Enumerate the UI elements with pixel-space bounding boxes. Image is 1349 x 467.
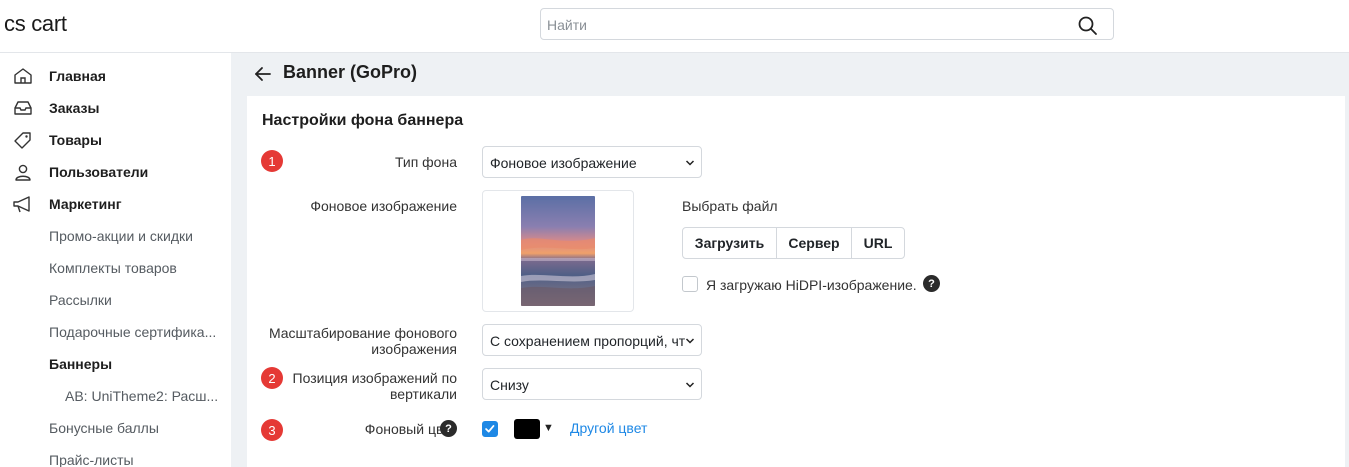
chevron-down-icon	[685, 160, 695, 166]
vpos-value: Снизу	[490, 377, 529, 393]
sidebar-item-label: Маркетинг	[49, 196, 122, 212]
help-icon[interactable]: ?	[923, 275, 940, 292]
bg-type-select[interactable]: Фоновое изображение	[482, 146, 702, 178]
bg-type-label: Тип фона	[394, 154, 457, 170]
sidebar-subitem-product-bundles[interactable]: Комплекты товаров	[49, 252, 177, 284]
check-icon	[485, 425, 495, 433]
sidebar-item-label: Пользователи	[49, 164, 149, 180]
scaling-label: Масштабирование фонового изображения	[269, 325, 457, 357]
chevron-down-icon	[685, 338, 695, 344]
section-title: Настройки фона баннера	[262, 112, 464, 129]
scaling-label-line1: Масштабирование фонового	[268, 325, 457, 341]
sidebar-item-label: Заказы	[49, 100, 100, 116]
search-icon[interactable]	[1077, 15, 1099, 37]
scaling-select[interactable]: С сохранением пропорций, чт	[482, 324, 702, 356]
sidebar-item-products[interactable]: Товары	[0, 124, 230, 156]
sidebar-item-marketing[interactable]: Маркетинг	[0, 188, 230, 220]
tag-icon	[14, 132, 31, 149]
help-icon[interactable]: ?	[440, 420, 457, 437]
sidebar-subitem-newsletters[interactable]: Рассылки	[49, 284, 112, 316]
logo[interactable]: cs cart	[4, 11, 67, 37]
sidebar: Главная Заказы Товары Пользователи Марке…	[0, 53, 230, 467]
step-badge: 1	[261, 150, 283, 172]
vpos-label-line2: вертикали	[390, 386, 457, 402]
upload-button[interactable]: Загрузить	[683, 228, 777, 258]
sidebar-item-orders[interactable]: Заказы	[0, 92, 230, 124]
megaphone-icon	[13, 196, 30, 213]
vpos-label: Позиция изображений по вертикали	[293, 370, 457, 402]
top-header: cs cart	[0, 0, 1349, 53]
bg-type-value: Фоновое изображение	[490, 155, 637, 171]
inbox-icon	[14, 101, 32, 115]
sidebar-subitem-unitheme-banners[interactable]: AB: UniTheme2: Расш...	[65, 380, 218, 412]
scaling-label-line2: изображения	[371, 341, 457, 357]
server-button[interactable]: Сервер	[777, 228, 852, 258]
sidebar-item-label: Товары	[49, 132, 102, 148]
step-badge: 2	[261, 367, 283, 389]
sidebar-subitem-reward-points[interactable]: Бонусные баллы	[49, 412, 159, 444]
home-icon	[14, 68, 32, 84]
sidebar-subitem-price-lists[interactable]: Прайс-листы	[49, 444, 134, 467]
hidpi-checkbox[interactable]	[682, 276, 698, 292]
bg-image-label: Фоновое изображение	[310, 198, 457, 214]
hidpi-label: Я загружаю HiDPI-изображение.	[706, 277, 917, 293]
vpos-select[interactable]: Снизу	[482, 368, 702, 400]
page-title: Banner (GoPro)	[283, 62, 418, 82]
back-arrow-icon[interactable]	[253, 64, 273, 84]
choose-file-label: Выбрать файл	[682, 198, 778, 214]
chevron-down-icon	[685, 382, 695, 388]
sidebar-subitem-banners[interactable]: Баннеры	[49, 348, 112, 380]
step-badge: 3	[261, 419, 283, 441]
search-box	[540, 8, 1114, 40]
other-color-link[interactable]: Другой цвет	[570, 420, 647, 436]
color-swatch[interactable]	[514, 419, 540, 439]
sidebar-item-label: Главная	[49, 68, 106, 84]
sidebar-subitem-gift-certificates[interactable]: Подарочные сертифика...	[49, 316, 216, 348]
banner-image-thumbnail[interactable]	[521, 196, 595, 306]
sidebar-item-users[interactable]: Пользователи	[0, 156, 230, 188]
bg-color-checkbox[interactable]	[482, 421, 498, 437]
search-input[interactable]	[547, 15, 1067, 35]
caret-down-icon[interactable]: ▼	[543, 422, 554, 434]
sidebar-item-home[interactable]: Главная	[0, 60, 230, 92]
scaling-value: С сохранением пропорций, чт	[490, 333, 686, 349]
upload-source-buttons: Загрузить Сервер URL	[682, 227, 905, 259]
vpos-label-line1: Позиция изображений по	[292, 370, 457, 386]
sidebar-subitem-promotions[interactable]: Промо-акции и скидки	[49, 220, 193, 252]
user-icon	[15, 164, 31, 181]
url-button[interactable]: URL	[852, 228, 904, 258]
